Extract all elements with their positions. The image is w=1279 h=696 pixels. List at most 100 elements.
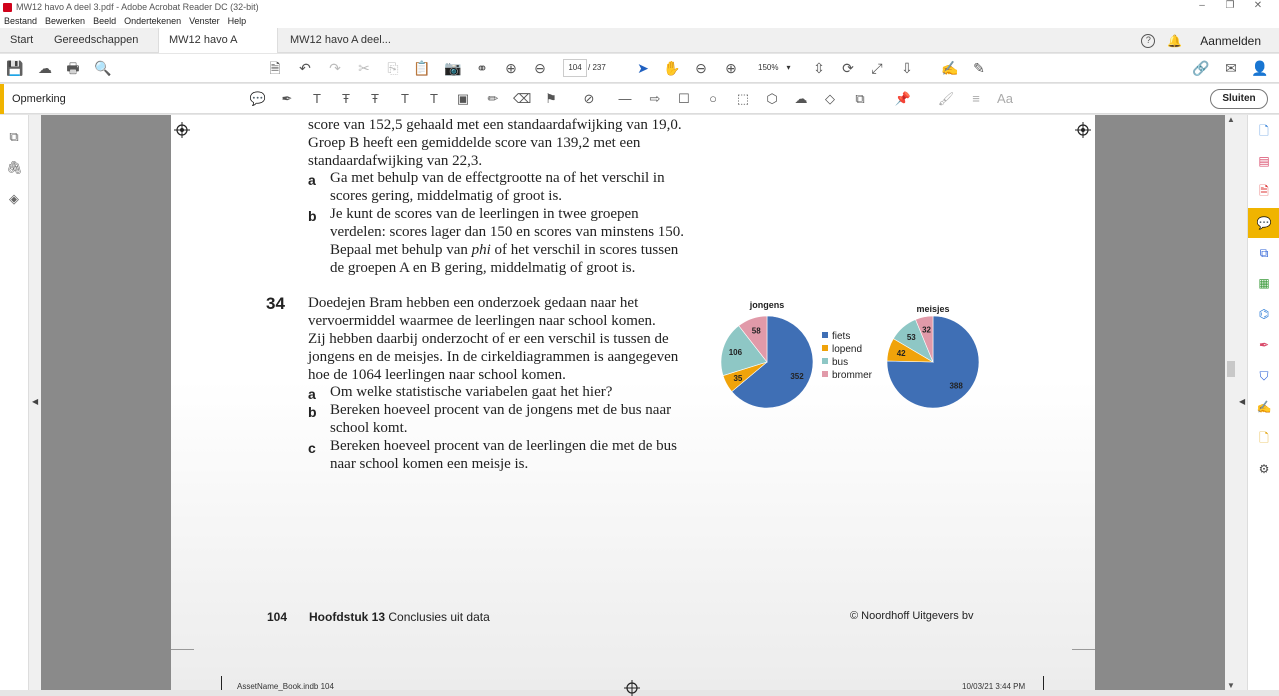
page-thumbnails-icon[interactable]: ⧉ (6, 129, 22, 145)
fill-sign-icon[interactable]: ✎ (970, 59, 988, 77)
combine-files-icon[interactable]: ▤ (1256, 153, 1272, 169)
more-tools-icon[interactable]: ⚙ (1256, 461, 1272, 477)
create-pdf-icon[interactable]: 🗋 (1256, 123, 1272, 139)
polygon-icon[interactable]: ⬡ (763, 90, 781, 108)
layers-icon[interactable]: ◈ (6, 191, 22, 207)
menu-sign[interactable]: Ondertekenen (124, 16, 181, 26)
file-settings-icon[interactable]: 🗎 (266, 59, 284, 77)
help-icon[interactable]: ? (1141, 33, 1156, 48)
zoom-select[interactable]: 150% ▾ (752, 59, 798, 77)
eraser-icon[interactable]: ⌫ (513, 90, 531, 108)
print-icon[interactable]: 🖶 (64, 59, 82, 77)
sign-in-button[interactable]: Aanmelden (1200, 34, 1261, 48)
text-line: Bereken hoeveel procent van de jongens m… (330, 402, 672, 418)
stamp-icon[interactable]: ⚑ (542, 90, 560, 108)
copy-icon[interactable]: ⎘ (384, 59, 402, 77)
menu-help[interactable]: Help (228, 16, 247, 26)
right-collapse-gutter[interactable]: ◀ (1237, 115, 1247, 690)
menu-edit[interactable]: Bewerken (45, 16, 85, 26)
request-signature-icon[interactable]: ✍ (1256, 399, 1272, 415)
next-page-icon[interactable]: ⊖ (531, 59, 549, 77)
add-text-comment-icon[interactable]: T (425, 90, 443, 108)
minimize-button[interactable]: – (1188, 0, 1216, 11)
page-number-input[interactable]: 104 (563, 59, 587, 77)
comment-icon[interactable]: 💬 (1256, 215, 1272, 231)
protect-icon[interactable]: ⛉ (1256, 368, 1272, 384)
tab-tools[interactable]: Gereedschappen (44, 28, 148, 53)
attachments-icon[interactable]: 🖇 (6, 160, 23, 176)
scrollbar-thumb[interactable] (1227, 361, 1235, 377)
fill-and-sign-icon[interactable]: ✒ (1256, 337, 1272, 353)
scroll-down-icon[interactable]: ▼ (1227, 681, 1235, 690)
snapshot-icon[interactable]: 📷 (444, 59, 462, 77)
pencil-icon[interactable]: ✏ (484, 90, 502, 108)
italic-phi: phi (471, 242, 491, 258)
maximize-button[interactable]: ❐ (1216, 0, 1244, 11)
line-width-icon[interactable]: ≡ (967, 90, 985, 108)
attach-icon[interactable]: ⊘ (580, 90, 598, 108)
menu-file[interactable]: Bestand (4, 16, 37, 26)
scroll-up-icon[interactable]: ▲ (1227, 115, 1235, 124)
scroll-mode-icon[interactable]: ⇩ (898, 59, 916, 77)
menu-window[interactable]: Venster (189, 16, 220, 26)
text-box-icon[interactable]: ▣ (454, 90, 472, 108)
oval-icon[interactable]: ○ (704, 90, 722, 108)
text-line: Bepaal met behulp van phi of het verschi… (330, 242, 678, 259)
share-user-icon[interactable]: 👤 (1251, 59, 1269, 77)
collapse-right-icon[interactable]: ◀ (1239, 397, 1245, 406)
replace-text-icon[interactable]: Ŧ (366, 90, 384, 108)
underline-text-icon[interactable]: T (308, 90, 326, 108)
cloud-icon[interactable]: ☁ (792, 90, 810, 108)
rotate-view-icon[interactable]: ⟳ (839, 59, 857, 77)
line-icon[interactable]: — (616, 90, 634, 108)
send-for-review-icon[interactable]: 🗋 (1256, 430, 1272, 446)
collapse-left-icon[interactable]: ◀ (32, 397, 38, 406)
bell-icon[interactable]: 🔔 (1167, 34, 1182, 48)
search-icon[interactable]: 🔍 (94, 59, 112, 77)
font-tool-icon[interactable]: Aa (996, 90, 1014, 108)
cut-icon[interactable]: ✂ (355, 59, 373, 77)
upload-cloud-icon[interactable]: ☁ (36, 59, 54, 77)
tab-document-2[interactable]: MW12 havo A deel... (280, 28, 401, 53)
vertical-scrollbar[interactable]: ▲ ▼ (1225, 115, 1237, 690)
pin-icon[interactable]: 📌 (894, 90, 912, 108)
organize-pages-icon[interactable]: ▦ (1256, 275, 1272, 291)
zoom-in-icon[interactable]: ⊕ (722, 59, 740, 77)
zoom-out-icon[interactable]: ⊖ (692, 59, 710, 77)
save-icon[interactable]: 💾 (6, 59, 24, 77)
edit-pdf-icon[interactable]: ⧉ (1256, 245, 1272, 261)
arrow-icon[interactable]: ⇨ (646, 90, 664, 108)
text-callout-icon[interactable]: ⬚ (734, 90, 752, 108)
redo-icon[interactable]: ↷ (326, 59, 344, 77)
close-comment-button[interactable]: Sluiten (1210, 89, 1268, 109)
rectangle-icon[interactable]: ☐ (675, 90, 693, 108)
paste-icon[interactable]: 📋 (413, 59, 431, 77)
highlight-icon[interactable]: ✒ (278, 90, 296, 108)
strikethrough-icon[interactable]: Ŧ (337, 90, 355, 108)
undo-icon[interactable]: ↶ (296, 59, 314, 77)
close-window-button[interactable]: ✕ (1244, 0, 1272, 11)
polyline-icon[interactable]: ◇ (821, 90, 839, 108)
insert-text-icon[interactable]: T (396, 90, 414, 108)
tab-start[interactable]: Start (0, 28, 43, 53)
hand-tool-icon[interactable]: ✋ (663, 59, 681, 77)
binoculars-icon[interactable]: ⚭ (473, 59, 491, 77)
select-pointer-icon[interactable]: ➤ (634, 59, 652, 77)
mail-icon[interactable]: ✉ (1222, 59, 1240, 77)
menu-view[interactable]: Beeld (93, 16, 116, 26)
tab-document-active[interactable]: MW12 havo A deel...× (158, 28, 278, 71)
fill-color-icon[interactable]: 🖌 (937, 90, 955, 108)
pie-title: jongens (749, 300, 785, 310)
text-span: Bepaal met behulp van (330, 242, 472, 258)
left-collapse-gutter[interactable]: ◀ (29, 115, 41, 690)
export-pdf-icon[interactable]: 🗎 (1256, 183, 1272, 199)
previous-page-icon[interactable]: ⊕ (502, 59, 520, 77)
link-icon[interactable]: 🔗 (1192, 59, 1210, 77)
annotate-icon[interactable]: ✍ (941, 59, 959, 77)
sticky-note-icon[interactable]: 💬 (249, 90, 267, 108)
shapes-icon[interactable]: ⧉ (851, 90, 869, 108)
text-line: school komt. (330, 420, 408, 436)
fit-page-icon[interactable]: ⇳ (810, 59, 828, 77)
full-screen-icon[interactable]: ⤢ (868, 59, 886, 77)
scan-ocr-icon[interactable]: ⌬ (1256, 306, 1272, 322)
